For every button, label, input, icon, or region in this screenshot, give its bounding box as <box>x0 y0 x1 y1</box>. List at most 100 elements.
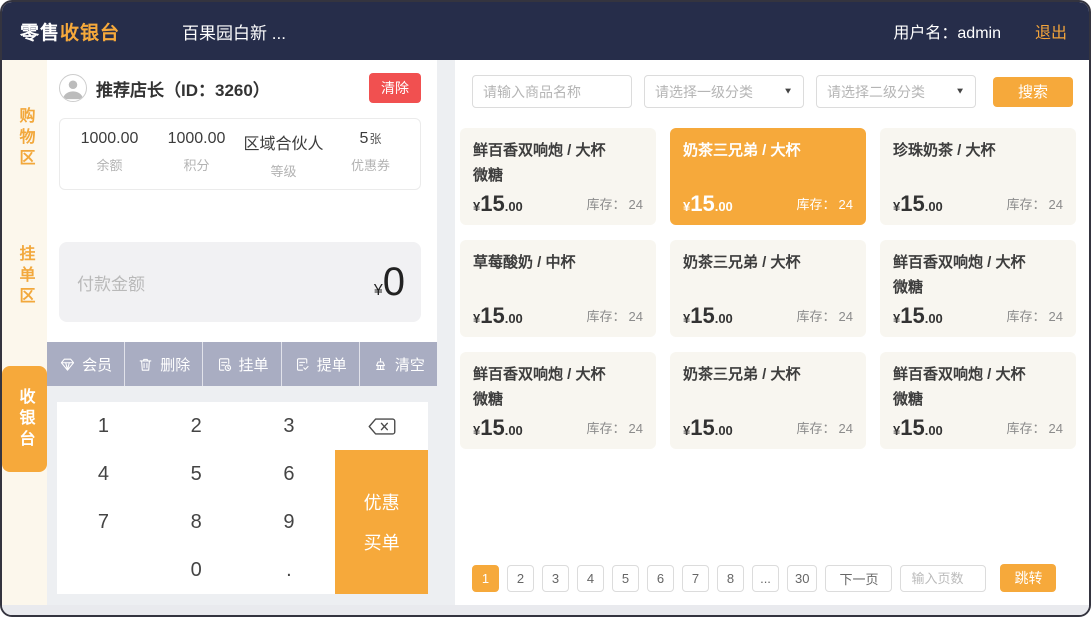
discount-checkout-button[interactable]: 优惠 买单 <box>335 450 428 594</box>
app-title: 零售收银台 <box>20 18 120 45</box>
product-name: 奶茶三兄弟 / 大杯 <box>683 251 853 276</box>
pos-window: 零售收银台 百果园白新 ... 用户名：admin 退出 购物区 挂单区 收银台 <box>0 0 1091 617</box>
stat-label: 优惠券 <box>327 155 414 174</box>
clear-cart-button[interactable]: 清空 <box>359 342 437 386</box>
stat-points: 1000.00 积分 <box>153 130 240 180</box>
app-title-prefix: 零售 <box>20 23 60 44</box>
numpad-key-0[interactable]: 0 <box>150 546 243 594</box>
page-button-4[interactable]: 4 <box>577 565 604 592</box>
sidebar-item-cashier[interactable]: 收银台 <box>2 366 47 472</box>
stat-value: 1000.00 <box>66 130 153 148</box>
product-price: ¥15.00 <box>683 305 733 327</box>
stat-value: 1000.00 <box>153 130 240 148</box>
payment-amount-field[interactable]: 付款金额 ¥ 0 <box>59 242 421 322</box>
header-right: 用户名：admin 退出 <box>893 19 1067 43</box>
next-page-button[interactable]: 下一页 <box>825 565 892 592</box>
product-stock: 库存：24 <box>1007 306 1063 327</box>
select-placeholder: 请选择二级分类 <box>827 82 925 102</box>
payment-amount-value: 0 <box>383 262 405 302</box>
page-button-2[interactable]: 2 <box>507 565 534 592</box>
page-button-3[interactable]: 3 <box>542 565 569 592</box>
product-card[interactable]: 草莓酸奶 / 中杯 ¥15.00 库存：24 <box>460 240 656 337</box>
product-card[interactable]: 鲜百香双响炮 / 大杯微糖 ¥15.00 库存：24 <box>880 352 1076 449</box>
product-stock: 库存：24 <box>1007 418 1063 439</box>
jump-button[interactable]: 跳转 <box>1000 564 1056 592</box>
clear-member-button[interactable]: 清除 <box>369 73 421 103</box>
numpad-key-6[interactable]: 6 <box>243 450 336 498</box>
page-number-input[interactable] <box>900 565 986 592</box>
doc-check-icon <box>294 356 311 373</box>
product-stock: 库存：24 <box>587 418 643 439</box>
backspace-icon <box>368 418 396 435</box>
store-name: 百果园白新 ... <box>182 19 286 44</box>
product-price: ¥15.00 <box>473 305 523 327</box>
member-button[interactable]: 会员 <box>47 342 124 386</box>
numpad-key-3[interactable]: 3 <box>243 402 336 450</box>
toolbar-button-label: 挂单 <box>239 354 269 375</box>
member-stats-box: 1000.00 余额 1000.00 积分 区域合伙人 等级 5张 优惠券 <box>59 118 421 190</box>
product-stock: 库存：24 <box>587 194 643 215</box>
trash-icon <box>137 356 154 373</box>
category-level2-select[interactable]: 请选择二级分类 ▼ <box>816 75 976 108</box>
app-title-suffix: 收银台 <box>60 23 120 44</box>
page-ellipsis[interactable]: ... <box>752 565 779 592</box>
retrieve-order-button[interactable]: 提单 <box>281 342 359 386</box>
toolbar-button-label: 提单 <box>317 354 347 375</box>
product-card[interactable]: 鲜百香双响炮 / 大杯微糖 ¥15.00 库存：24 <box>880 240 1076 337</box>
stat-number: 5 <box>360 130 369 147</box>
product-card[interactable]: 鲜百香双响炮 / 大杯微糖 ¥15.00 库存：24 <box>460 352 656 449</box>
delete-button[interactable]: 删除 <box>124 342 202 386</box>
side-tab-bar: 购物区 挂单区 收银台 <box>2 60 47 605</box>
stat-level: 区域合伙人 等级 <box>240 130 327 180</box>
product-name: 鲜百香双响炮 / 大杯微糖 <box>473 363 643 413</box>
product-price: ¥15.00 <box>893 305 943 327</box>
product-card-selected[interactable]: 奶茶三兄弟 / 大杯 ¥15.00 库存：24 <box>670 128 866 225</box>
numpad-key-8[interactable]: 8 <box>150 498 243 546</box>
product-stock: 库存：24 <box>797 418 853 439</box>
toolbar-button-label: 会员 <box>82 354 112 375</box>
hold-order-button[interactable]: 挂单 <box>202 342 280 386</box>
username-label: 用户名：admin <box>893 19 1001 43</box>
product-grid: 鲜百香双响炮 / 大杯微糖 ¥15.00 库存：24 奶茶三兄弟 / 大杯 ¥1… <box>460 128 1076 449</box>
page-button-30[interactable]: 30 <box>787 565 817 592</box>
numpad-key-2[interactable]: 2 <box>150 402 243 450</box>
numpad-key-dot[interactable]: . <box>243 546 336 594</box>
search-button[interactable]: 搜索 <box>993 77 1073 107</box>
toolbar-button-label: 清空 <box>395 354 425 375</box>
product-card[interactable]: 珍珠奶茶 / 大杯 ¥15.00 库存：24 <box>880 128 1076 225</box>
product-price: ¥15.00 <box>473 417 523 439</box>
page-button-6[interactable]: 6 <box>647 565 674 592</box>
product-name: 珍珠奶茶 / 大杯 <box>893 139 1063 164</box>
stat-unit: 张 <box>369 132 381 146</box>
page-button-5[interactable]: 5 <box>612 565 639 592</box>
product-card[interactable]: 奶茶三兄弟 / 大杯 ¥15.00 库存：24 <box>670 352 866 449</box>
product-price: ¥15.00 <box>683 193 733 215</box>
page-button-8[interactable]: 8 <box>717 565 744 592</box>
numpad-key-4[interactable]: 4 <box>57 450 150 498</box>
sidebar-item-label: 挂单区 <box>13 245 37 308</box>
product-price: ¥15.00 <box>683 417 733 439</box>
numpad-key-5[interactable]: 5 <box>150 450 243 498</box>
product-name: 草莓酸奶 / 中杯 <box>473 251 643 276</box>
page-button-1[interactable]: 1 <box>472 565 499 592</box>
numpad-key-7[interactable]: 7 <box>57 498 150 546</box>
category-level1-select[interactable]: 请选择一级分类 ▼ <box>644 75 804 108</box>
logout-button[interactable]: 退出 <box>1035 19 1067 43</box>
numpad-key-9[interactable]: 9 <box>243 498 336 546</box>
backspace-key[interactable] <box>335 402 428 450</box>
product-card[interactable]: 鲜百香双响炮 / 大杯微糖 ¥15.00 库存：24 <box>460 128 656 225</box>
sidebar-item-held-orders[interactable]: 挂单区 <box>2 228 47 324</box>
sidebar-item-shopping-area[interactable]: 购物区 <box>2 90 47 186</box>
product-name-input[interactable] <box>472 75 632 108</box>
page-button-7[interactable]: 7 <box>682 565 709 592</box>
stat-label: 积分 <box>153 155 240 174</box>
chevron-down-icon: ▼ <box>955 87 965 96</box>
numpad: 1 2 3 4 5 6 7 8 9 0 . 优惠 买单 <box>57 402 428 594</box>
member-row: 推荐店长（ID：3260） 清除 <box>59 70 421 106</box>
numpad-key-1[interactable]: 1 <box>57 402 150 450</box>
product-price: ¥15.00 <box>893 417 943 439</box>
product-stock: 库存：24 <box>797 306 853 327</box>
pagination: 1 2 3 4 5 6 7 8 ... 30 下一页 跳转 <box>460 564 1076 592</box>
sidebar-item-label: 收银台 <box>13 388 37 451</box>
product-card[interactable]: 奶茶三兄弟 / 大杯 ¥15.00 库存：24 <box>670 240 866 337</box>
